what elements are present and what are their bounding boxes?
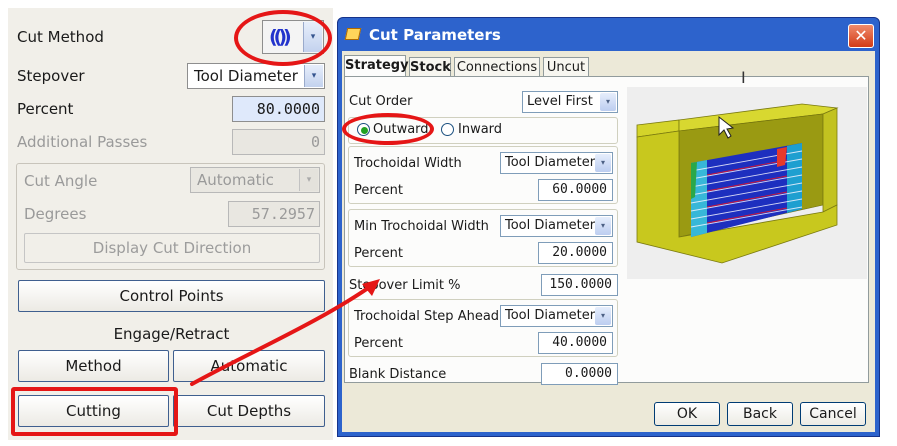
annotation-arrow [190, 279, 380, 386]
